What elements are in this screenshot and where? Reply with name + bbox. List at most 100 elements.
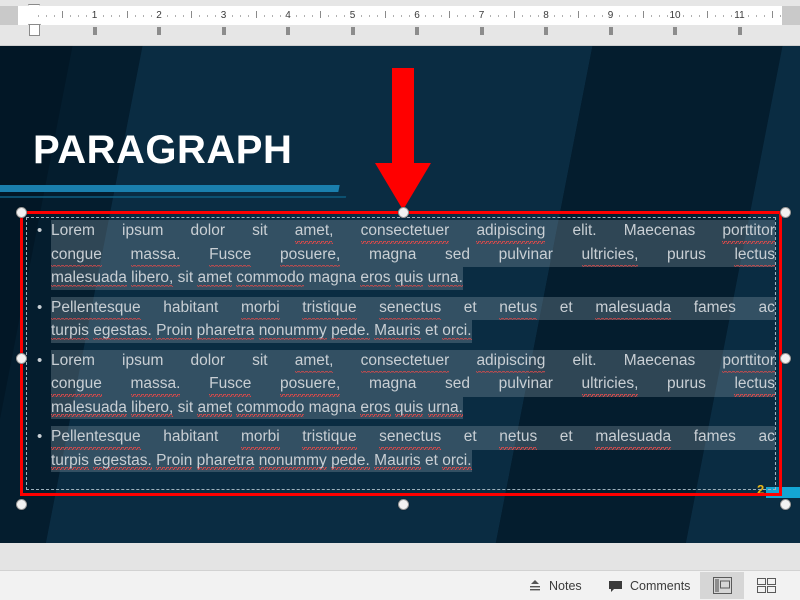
body-word: sed	[445, 373, 470, 397]
body-word: malesuada	[51, 399, 127, 417]
resize-handle-bottom-right[interactable]	[780, 499, 791, 510]
body-word: pharetra	[197, 452, 255, 470]
tab-stop-marker[interactable]	[286, 27, 290, 35]
notes-button[interactable]: Notes	[520, 571, 590, 600]
tab-stop-marker[interactable]	[93, 27, 97, 35]
body-word: consectetuer	[361, 350, 450, 374]
ruler-tick	[70, 15, 71, 17]
body-word: malesuada	[595, 297, 671, 321]
tab-stop-marker[interactable]	[609, 27, 613, 35]
body-word: egestas.	[93, 452, 152, 470]
ruler-tick	[272, 15, 273, 17]
ruler-tick	[183, 15, 184, 17]
resize-handle-top-right[interactable]	[780, 207, 791, 218]
body-word: dolor	[191, 220, 225, 244]
ruler-tick	[135, 15, 136, 17]
ruler-tick	[320, 11, 321, 18]
body-word: egestas.	[93, 322, 152, 340]
ruler-tick	[764, 15, 765, 17]
resize-handle-bottom-left[interactable]	[16, 499, 27, 510]
body-word: porttitor	[722, 220, 775, 244]
body-word: pede.	[331, 452, 370, 470]
ruler-tick	[78, 15, 79, 17]
body-paragraph[interactable]: •Loremipsumdolorsitamet,consectetueradip…	[33, 350, 775, 420]
paragraph-bullet: •	[37, 220, 42, 243]
body-word: sit	[252, 350, 268, 374]
ruler-tick	[361, 15, 362, 17]
slide-title[interactable]: PARAGRAPH	[33, 128, 292, 173]
body-word: Pellentesque	[51, 426, 141, 450]
body-word: posuere,	[280, 373, 340, 397]
tab-stop-marker[interactable]	[544, 27, 548, 35]
ruler-tick	[393, 15, 394, 17]
left-indent-marker[interactable]	[29, 24, 40, 36]
body-word: et	[464, 426, 477, 450]
body-word: ultricies,	[582, 244, 639, 268]
tab-stop-marker[interactable]	[157, 27, 161, 35]
body-word: tristique	[302, 426, 356, 450]
body-word: et	[425, 452, 438, 469]
body-word: netus	[499, 297, 537, 321]
ruler-tick	[723, 15, 724, 17]
body-word: senectus	[379, 426, 441, 450]
body-word: pede.	[331, 322, 370, 340]
ruler-tick	[256, 11, 257, 18]
tab-stop-marker[interactable]	[222, 27, 226, 35]
normal-view-button[interactable]	[700, 572, 744, 599]
body-word: pharetra	[197, 322, 255, 340]
ruler-number: 4	[281, 6, 295, 25]
body-word: ultricies,	[582, 373, 639, 397]
slide-canvas[interactable]: PARAGRAPH 2 •Loremipsumdolorsitamet,cons…	[0, 46, 800, 543]
body-line-last: turpis egestas. Proin pharetra nonummy p…	[51, 320, 472, 343]
ruler-tick	[46, 15, 47, 17]
body-word: adipiscing	[476, 350, 545, 374]
resize-handle-top-center[interactable]	[398, 207, 409, 218]
paragraph-bullet: •	[37, 297, 42, 320]
body-word: quis	[395, 399, 423, 417]
tab-stop-marker[interactable]	[415, 27, 419, 35]
tab-stop-marker[interactable]	[351, 27, 355, 35]
body-paragraph[interactable]: •Loremipsumdolorsitamet,consectetueradip…	[33, 220, 775, 290]
placeholder-body-text[interactable]: •Loremipsumdolorsitamet,consectetueradip…	[33, 220, 775, 472]
horizontal-ruler[interactable]: 1234567891011	[0, 0, 800, 46]
ruler-number: 10	[668, 6, 682, 25]
body-word: morbi	[241, 426, 280, 450]
body-paragraph[interactable]: •Pellentesquehabitantmorbitristiquesenec…	[33, 297, 775, 343]
slide-sorter-view-button[interactable]	[744, 572, 788, 599]
body-word: congue	[51, 373, 102, 397]
ruler-tick	[328, 15, 329, 17]
ruler-tick	[369, 15, 370, 17]
body-paragraph[interactable]: •Pellentesquehabitantmorbitristiquesenec…	[33, 426, 775, 472]
resize-handle-middle-left[interactable]	[16, 353, 27, 364]
body-word: sit	[252, 220, 268, 244]
body-word: malesuada	[595, 426, 671, 450]
ruler-tick	[691, 15, 692, 17]
body-word: massa.	[131, 244, 181, 268]
body-word: elit.	[572, 350, 596, 374]
tab-stop-marker[interactable]	[480, 27, 484, 35]
tab-stop-marker[interactable]	[673, 27, 677, 35]
ruler-tick	[248, 15, 249, 17]
ruler-tick	[119, 15, 120, 17]
body-word: et	[425, 322, 438, 339]
ruler-tick	[54, 15, 55, 17]
ruler-tick	[385, 11, 386, 18]
comments-button[interactable]: Comments	[600, 571, 698, 600]
resize-handle-top-left[interactable]	[16, 207, 27, 218]
body-word: sit	[178, 269, 194, 286]
resize-handle-middle-right[interactable]	[780, 353, 791, 364]
body-word: Lorem	[51, 220, 95, 244]
resize-handle-bottom-center[interactable]	[398, 499, 409, 510]
ruler-number: 3	[217, 6, 231, 25]
ruler-tick	[756, 15, 757, 17]
body-text-placeholder[interactable]: •Loremipsumdolorsitamet,consectetueradip…	[20, 211, 782, 496]
title-underline-bar-secondary	[0, 196, 346, 198]
ruler-tick	[643, 11, 644, 18]
body-word: pulvinar	[499, 244, 553, 268]
body-word: magna	[309, 399, 356, 416]
body-line-last: turpis egestas. Proin pharetra nonummy p…	[51, 450, 472, 473]
body-line-last: malesuada libero, sit amet commodo magna…	[51, 397, 463, 420]
ruler-right-margin-zone	[782, 6, 800, 25]
paragraph-bullet: •	[37, 426, 42, 449]
tab-stop-marker[interactable]	[738, 27, 742, 35]
